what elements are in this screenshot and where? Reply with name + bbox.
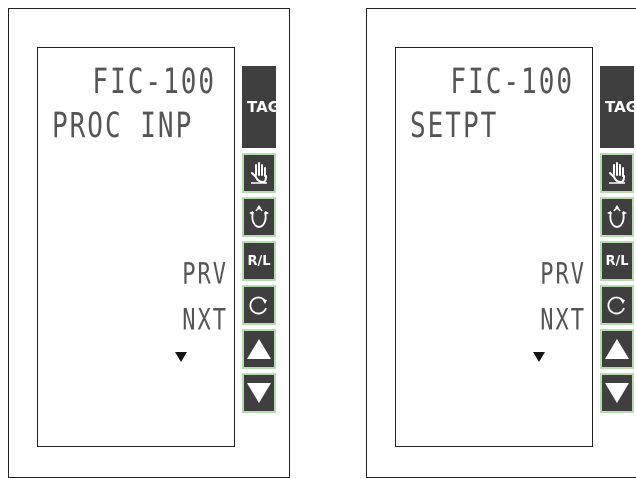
cycle-button[interactable] — [600, 285, 634, 325]
tag-readout: FIC-100 — [450, 62, 574, 103]
manual-button[interactable] — [600, 153, 634, 193]
remote-local-button[interactable]: R/L — [600, 241, 634, 281]
auto-mode-icon — [249, 205, 269, 228]
up-button[interactable] — [600, 329, 634, 369]
prev-label: PRV — [540, 258, 586, 292]
auto-button[interactable] — [242, 197, 276, 237]
up-button[interactable] — [242, 329, 276, 369]
tag-button[interactable]: TAG — [242, 66, 280, 148]
manual-button[interactable] — [242, 153, 276, 193]
auto-mode-icon — [607, 205, 627, 228]
down-button[interactable] — [600, 373, 634, 413]
down-arrow-icon — [605, 383, 629, 403]
prev-label: PRV — [182, 258, 228, 292]
cycle-button[interactable] — [242, 285, 276, 325]
next-label: NXT — [540, 304, 586, 338]
tag-button[interactable]: TAG — [600, 66, 636, 148]
tag-button-label: TAG — [247, 98, 280, 116]
down-button[interactable] — [242, 373, 276, 413]
tag-readout: FIC-100 — [92, 62, 216, 103]
rl-button-label: R/L — [247, 253, 271, 269]
down-triangle-icon — [175, 352, 187, 362]
down-triangle-icon — [533, 352, 545, 362]
rl-button-label: R/L — [605, 253, 629, 269]
parameter-readout: SETPT — [410, 106, 499, 147]
next-label: NXT — [182, 304, 228, 338]
cycle-icon — [249, 296, 267, 315]
down-arrow-icon — [247, 383, 271, 403]
up-arrow-icon — [605, 339, 629, 359]
faceplate-left: FIC-100 PROC INP PRV NXT TAG R/L — [8, 8, 290, 478]
remote-local-button[interactable]: R/L — [242, 241, 276, 281]
faceplate-right: FIC-100 SETPT PRV NXT TAG R/L — [366, 8, 636, 478]
lcd-display: FIC-100 PROC INP PRV NXT — [37, 47, 235, 447]
tag-button-label: TAG — [605, 98, 636, 116]
cycle-icon — [607, 296, 625, 315]
auto-button[interactable] — [600, 197, 634, 237]
hand-icon — [251, 162, 267, 184]
parameter-readout: PROC INP — [52, 106, 194, 147]
hand-icon — [609, 162, 625, 184]
up-arrow-icon — [247, 339, 271, 359]
lcd-display: FIC-100 SETPT PRV NXT — [395, 47, 593, 447]
